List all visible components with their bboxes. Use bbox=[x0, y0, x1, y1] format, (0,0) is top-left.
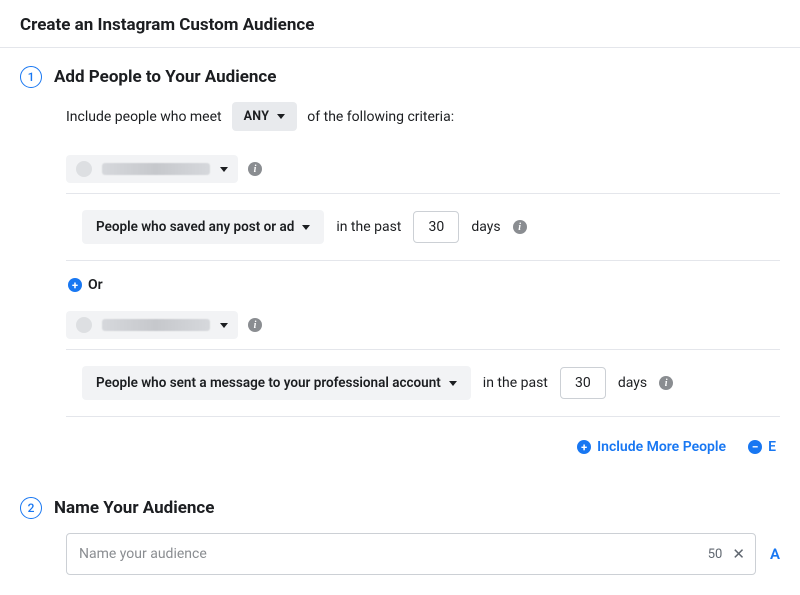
step1-header: 1 Add People to Your Audience bbox=[20, 66, 780, 88]
avatar-icon bbox=[76, 161, 92, 177]
include-prefix: Include people who meet bbox=[66, 109, 222, 125]
include-line: Include people who meet ANY of the follo… bbox=[66, 102, 780, 131]
exclude-people-link[interactable]: − E bbox=[748, 439, 776, 455]
any-all-label: ANY bbox=[244, 109, 270, 124]
past-prefix: in the past bbox=[336, 219, 401, 235]
days-suffix: days bbox=[618, 375, 647, 391]
char-count: 50 bbox=[700, 547, 731, 562]
source-account-dropdown[interactable] bbox=[66, 155, 238, 183]
engagement-type-dropdown[interactable]: People who sent a message to your profes… bbox=[82, 366, 471, 400]
step2-header: 2 Name Your Audience bbox=[20, 497, 780, 519]
dialog-title: Create an Instagram Custom Audience bbox=[20, 15, 780, 35]
inclusion-actions: + Include More People − E bbox=[66, 433, 780, 455]
name-input-container: 50 ✕ bbox=[66, 533, 756, 575]
info-icon[interactable]: i bbox=[248, 162, 262, 176]
or-label: Or bbox=[88, 277, 103, 293]
source-account-name-blurred bbox=[102, 319, 210, 331]
audience-name-input[interactable] bbox=[79, 546, 700, 562]
close-icon: ✕ bbox=[732, 545, 745, 563]
dialog-header: Create an Instagram Custom Audience bbox=[0, 0, 800, 48]
days-suffix: days bbox=[471, 219, 500, 235]
step1-number: 1 bbox=[20, 66, 42, 88]
days-input[interactable] bbox=[560, 367, 606, 399]
source-row: i bbox=[66, 303, 780, 350]
add-description-link-fragment[interactable]: A bbox=[770, 545, 780, 563]
chevron-down-icon bbox=[302, 225, 310, 230]
chevron-down-icon bbox=[277, 114, 285, 119]
plus-circle-icon: + bbox=[577, 440, 591, 454]
step2-number: 2 bbox=[20, 497, 42, 519]
include-suffix: of the following criteria: bbox=[307, 109, 454, 125]
info-icon[interactable]: i bbox=[659, 376, 673, 390]
source-account-name-blurred bbox=[102, 163, 210, 175]
avatar-icon bbox=[76, 317, 92, 333]
criteria-row: People who sent a message to your profes… bbox=[66, 350, 780, 416]
source-account-dropdown[interactable] bbox=[66, 311, 238, 339]
chevron-down-icon bbox=[220, 323, 228, 328]
info-icon[interactable]: i bbox=[248, 318, 262, 332]
engagement-label: People who sent a message to your profes… bbox=[96, 375, 441, 391]
any-all-dropdown[interactable]: ANY bbox=[232, 102, 298, 131]
engagement-label: People who saved any post or ad bbox=[96, 219, 294, 235]
source-row: i bbox=[66, 147, 780, 194]
step1-body: Include people who meet ANY of the follo… bbox=[66, 102, 780, 455]
info-icon[interactable]: i bbox=[513, 220, 527, 234]
criteria-row: People who saved any post or ad in the p… bbox=[66, 194, 780, 260]
chevron-down-icon bbox=[220, 167, 228, 172]
days-input[interactable] bbox=[413, 211, 459, 243]
step2-title: Name Your Audience bbox=[54, 498, 214, 518]
name-audience-row: 50 ✕ A bbox=[66, 533, 780, 575]
include-more-people-link[interactable]: + Include More People bbox=[577, 439, 726, 455]
step1-title: Add People to Your Audience bbox=[54, 67, 276, 87]
or-separator: + Or bbox=[68, 277, 780, 293]
chevron-down-icon bbox=[449, 381, 457, 386]
criteria-block: i People who saved any post or ad in the… bbox=[66, 147, 780, 261]
exclude-label-fragment: E bbox=[768, 439, 776, 455]
past-prefix: in the past bbox=[483, 375, 548, 391]
clear-input-button[interactable]: ✕ bbox=[730, 545, 747, 563]
minus-circle-icon: − bbox=[748, 440, 762, 454]
include-more-label: Include More People bbox=[597, 439, 726, 455]
plus-circle-icon: + bbox=[68, 278, 82, 292]
dialog-content: 1 Add People to Your Audience Include pe… bbox=[0, 48, 800, 595]
engagement-type-dropdown[interactable]: People who saved any post or ad bbox=[82, 210, 324, 244]
criteria-block: i People who sent a message to your prof… bbox=[66, 303, 780, 417]
